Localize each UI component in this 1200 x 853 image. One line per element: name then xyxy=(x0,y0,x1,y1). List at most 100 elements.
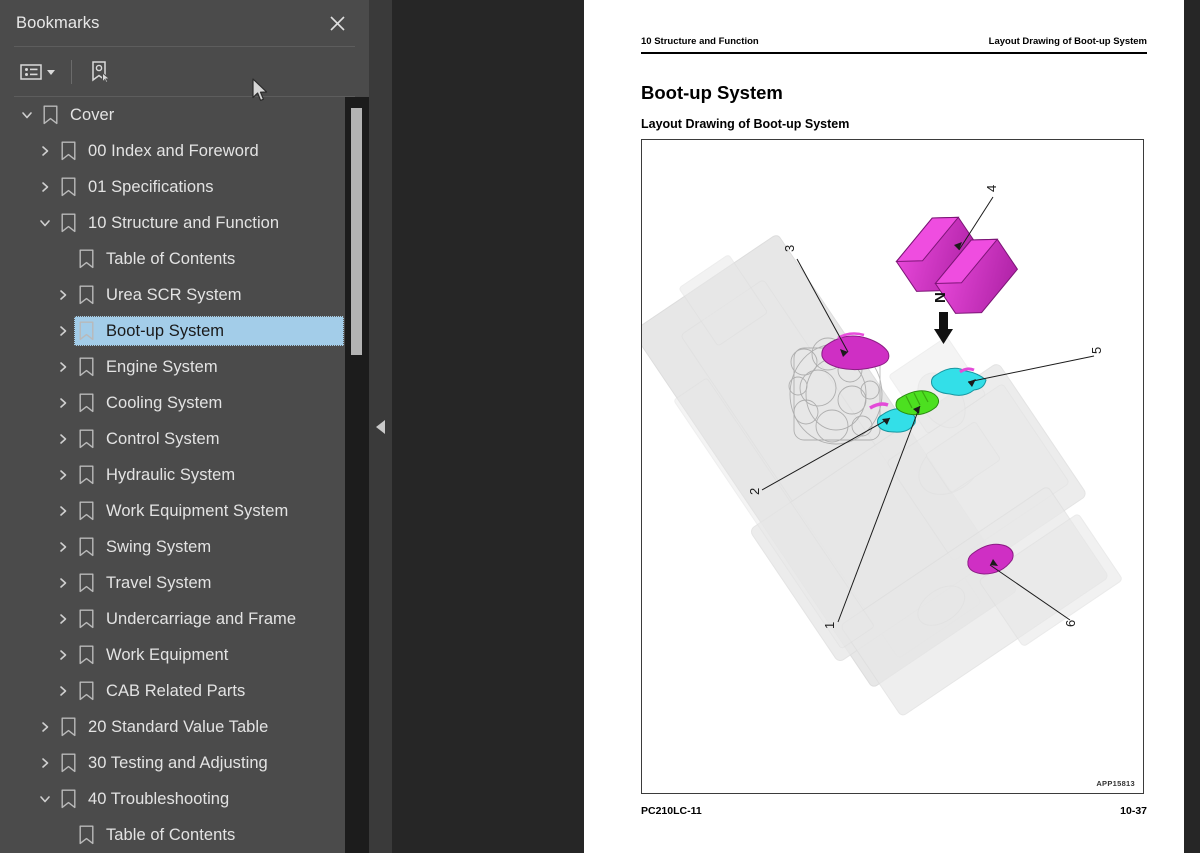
bookmark-item-cab-related-parts[interactable]: CAB Related Parts xyxy=(0,673,345,709)
bookmark-row-content[interactable]: Travel System xyxy=(74,568,344,598)
chevron-right-icon[interactable] xyxy=(52,565,74,601)
chevron-right-icon[interactable] xyxy=(52,385,74,421)
bookmark-row-content[interactable]: Urea SCR System xyxy=(74,280,344,310)
bookmarks-scrollbar-track[interactable] xyxy=(345,97,369,853)
chevron-right-icon[interactable] xyxy=(52,493,74,529)
bookmark-label: Work Equipment xyxy=(106,645,229,664)
pdf-reader-window: Bookmarks Cover 00 Index and Foreword 01… xyxy=(0,0,1200,853)
component-3 xyxy=(821,335,890,371)
bookmark-row-content[interactable]: 20 Standard Value Table xyxy=(56,712,344,742)
chevron-right-icon[interactable] xyxy=(52,421,74,457)
chevron-right-icon[interactable] xyxy=(52,313,74,349)
bookmark-item-40-troubleshooting[interactable]: 40 Troubleshooting xyxy=(0,781,345,817)
bookmark-row-content[interactable]: Table of Contents xyxy=(74,244,344,274)
bookmark-row-content[interactable]: Control System xyxy=(74,424,344,454)
bookmark-icon xyxy=(56,781,80,817)
bookmark-item-boot-up-system[interactable]: Boot-up System xyxy=(0,313,345,349)
bookmark-icon xyxy=(74,421,98,457)
chevron-down-icon[interactable] xyxy=(34,205,56,241)
bookmark-label: 40 Troubleshooting xyxy=(88,789,230,808)
bookmark-row-content[interactable]: Boot-up System xyxy=(74,316,344,346)
bookmark-item-work-equipment[interactable]: Work Equipment xyxy=(0,637,345,673)
bookmark-row-content[interactable]: Cooling System xyxy=(74,388,344,418)
toolbar-separator xyxy=(71,60,72,84)
footer-page-number: 10-37 xyxy=(1120,805,1147,817)
bookmark-row-content[interactable]: Undercarriage and Frame xyxy=(74,604,344,634)
bookmark-icon xyxy=(56,745,80,781)
bookmark-item-cover[interactable]: Cover xyxy=(0,97,345,133)
bookmark-item-swing-system[interactable]: Swing System xyxy=(0,529,345,565)
chevron-right-icon[interactable] xyxy=(34,745,56,781)
bookmark-row-content[interactable]: Hydraulic System xyxy=(74,460,344,490)
bookmark-row-content[interactable]: 10 Structure and Function xyxy=(56,208,344,238)
chevron-right-icon[interactable] xyxy=(52,601,74,637)
bookmark-icon xyxy=(74,457,98,493)
chevron-right-icon[interactable] xyxy=(34,709,56,745)
bookmark-item-engine-system[interactable]: Engine System xyxy=(0,349,345,385)
panel-collapse-handle[interactable] xyxy=(369,0,392,853)
chevron-down-icon xyxy=(47,69,55,75)
bookmark-item-table-of-contents[interactable]: Table of Contents xyxy=(0,241,345,277)
chevron-right-icon[interactable] xyxy=(52,457,74,493)
chevron-right-icon[interactable] xyxy=(52,349,74,385)
bookmark-label: Hydraulic System xyxy=(106,465,236,484)
bookmark-icon xyxy=(56,169,80,205)
page-title: Boot-up System xyxy=(641,82,783,103)
bookmark-options-button[interactable] xyxy=(14,55,61,89)
bookmark-label: CAB Related Parts xyxy=(106,681,246,700)
chevron-down-icon[interactable] xyxy=(34,781,56,817)
bookmark-item-20-standard-value-table[interactable]: 20 Standard Value Table xyxy=(0,709,345,745)
bookmark-item-control-system[interactable]: Control System xyxy=(0,421,345,457)
bookmark-item-30-testing-and-adjusting[interactable]: 30 Testing and Adjusting xyxy=(0,745,345,781)
bookmark-icon xyxy=(74,601,98,637)
bookmark-icon xyxy=(74,313,98,349)
chevron-right-icon[interactable] xyxy=(34,169,56,205)
bookmark-row-content[interactable]: Table of Contents xyxy=(74,820,344,850)
bookmark-label: 10 Structure and Function xyxy=(88,213,280,232)
close-icon[interactable] xyxy=(323,9,351,37)
bookmark-item-cooling-system[interactable]: Cooling System xyxy=(0,385,345,421)
bookmark-row-content[interactable]: Work Equipment xyxy=(74,640,344,670)
bookmarks-scrollbar-thumb[interactable] xyxy=(351,108,362,355)
bookmark-row-content[interactable]: Cover xyxy=(38,100,344,130)
bookmark-item-00-index-and-foreword[interactable]: 00 Index and Foreword xyxy=(0,133,345,169)
bookmark-item-table-of-contents[interactable]: Table of Contents xyxy=(0,817,345,853)
bookmark-row-content[interactable]: CAB Related Parts xyxy=(74,676,344,706)
bookmark-item-work-equipment-system[interactable]: Work Equipment System xyxy=(0,493,345,529)
chevron-down-icon[interactable] xyxy=(16,97,38,133)
bookmark-row-content[interactable]: 40 Troubleshooting xyxy=(56,784,344,814)
running-head-right: Layout Drawing of Boot-up System xyxy=(988,36,1147,47)
bookmark-icon xyxy=(74,349,98,385)
bookmark-row-content[interactable]: 00 Index and Foreword xyxy=(56,136,344,166)
bookmark-item-10-structure-and-function[interactable]: 10 Structure and Function xyxy=(0,205,345,241)
new-bookmark-button[interactable] xyxy=(82,55,118,89)
chevron-right-icon[interactable] xyxy=(52,673,74,709)
callout-6: 6 xyxy=(1063,620,1078,627)
bookmarks-tree[interactable]: Cover 00 Index and Foreword 01 Specificati… xyxy=(0,97,369,853)
component-4 xyxy=(895,216,1019,314)
list-options-icon xyxy=(20,64,42,80)
page-footer: PC210LC-11 10-37 xyxy=(641,805,1147,817)
bookmark-item-urea-scr-system[interactable]: Urea SCR System xyxy=(0,277,345,313)
chevron-right-icon[interactable] xyxy=(34,133,56,169)
bookmark-icon xyxy=(74,673,98,709)
bookmark-row-content[interactable]: 01 Specifications xyxy=(56,172,344,202)
bookmark-row-content[interactable]: Swing System xyxy=(74,532,344,562)
bookmark-item-hydraulic-system[interactable]: Hydraulic System xyxy=(0,457,345,493)
bookmark-row-content[interactable]: Engine System xyxy=(74,352,344,382)
bookmark-item-undercarriage-and-frame[interactable]: Undercarriage and Frame xyxy=(0,601,345,637)
bookmark-label: Engine System xyxy=(106,357,218,376)
bookmark-item-travel-system[interactable]: Travel System xyxy=(0,565,345,601)
chevron-right-icon[interactable] xyxy=(52,277,74,313)
chevron-right-icon[interactable] xyxy=(52,529,74,565)
bookmark-label: Undercarriage and Frame xyxy=(106,609,297,628)
bookmark-icon xyxy=(74,637,98,673)
bookmark-row-content[interactable]: 30 Testing and Adjusting xyxy=(56,748,344,778)
bookmark-icon xyxy=(74,529,98,565)
document-viewport[interactable]: 10 Structure and Function Layout Drawing… xyxy=(392,0,1200,853)
bookmark-item-01-specifications[interactable]: 01 Specifications xyxy=(0,169,345,205)
bookmark-row-content[interactable]: Work Equipment System xyxy=(74,496,344,526)
chevron-right-icon[interactable] xyxy=(52,637,74,673)
bookmark-icon xyxy=(74,385,98,421)
machine-ghost-body xyxy=(642,235,1122,716)
